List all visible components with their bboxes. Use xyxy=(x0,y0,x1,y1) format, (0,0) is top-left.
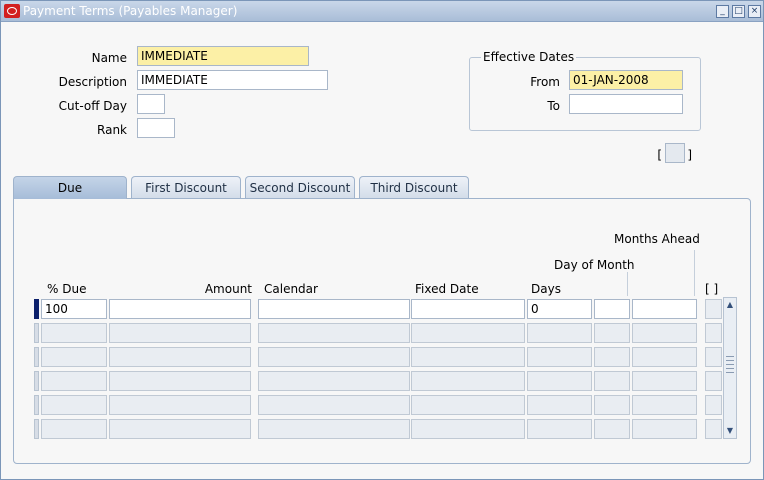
pct-due-cell[interactable] xyxy=(41,323,107,343)
from-label: From xyxy=(530,75,560,89)
day-of-month-cell[interactable] xyxy=(594,347,630,367)
scroll-grip-icon xyxy=(726,368,734,369)
amount-cell[interactable] xyxy=(109,419,251,439)
scroll-grip-icon xyxy=(726,360,734,361)
title-bar: Payment Terms (Payables Manager) _ □ × xyxy=(1,1,763,22)
header-separator xyxy=(694,250,695,296)
row-dff-cell[interactable] xyxy=(705,395,722,415)
dff-bracket-close: ] xyxy=(687,148,692,162)
close-button[interactable]: × xyxy=(748,5,761,18)
pct-due-cell[interactable] xyxy=(41,371,107,391)
calendar-header: Calendar xyxy=(264,282,318,296)
tab-second-discount[interactable]: Second Discount xyxy=(245,176,355,198)
days-cell[interactable]: 0 xyxy=(527,299,592,319)
days-cell[interactable] xyxy=(527,323,592,343)
name-field[interactable]: IMMEDIATE xyxy=(137,46,309,66)
rank-field[interactable] xyxy=(137,118,175,138)
amount-cell[interactable] xyxy=(109,347,251,367)
months-ahead-cell[interactable] xyxy=(632,395,697,415)
record-indicator[interactable] xyxy=(34,347,39,367)
day-of-month-cell[interactable] xyxy=(594,299,630,319)
fixed-date-header: Fixed Date xyxy=(415,282,479,296)
months-ahead-cell[interactable] xyxy=(632,419,697,439)
amount-cell[interactable] xyxy=(109,323,251,343)
record-indicator[interactable] xyxy=(34,419,39,439)
oracle-logo-icon xyxy=(4,4,20,18)
from-date-field[interactable]: 01-JAN-2008 xyxy=(569,70,683,90)
fixed-date-cell[interactable] xyxy=(411,299,525,319)
pct-due-cell[interactable] xyxy=(41,347,107,367)
to-date-field[interactable] xyxy=(569,94,683,114)
day-of-month-header: Day of Month xyxy=(554,258,635,272)
cutoff-day-field[interactable] xyxy=(137,94,165,114)
window-title: Payment Terms (Payables Manager) xyxy=(23,4,238,18)
calendar-cell[interactable] xyxy=(258,395,410,415)
maximize-button[interactable]: □ xyxy=(732,5,745,18)
dff-column-header: [ ] xyxy=(705,282,719,296)
fixed-date-cell[interactable] xyxy=(411,395,525,415)
amount-cell[interactable] xyxy=(109,371,251,391)
calendar-cell[interactable] xyxy=(258,323,410,343)
tab-first-discount[interactable]: First Discount xyxy=(131,176,241,198)
current-record-indicator[interactable] xyxy=(34,299,39,319)
record-indicator[interactable] xyxy=(34,371,39,391)
months-ahead-cell[interactable] xyxy=(632,371,697,391)
row-dff-cell[interactable] xyxy=(705,371,722,391)
vertical-scrollbar[interactable]: ▲ ▼ xyxy=(723,297,737,439)
rank-label: Rank xyxy=(97,123,127,137)
amount-cell[interactable] xyxy=(109,299,251,319)
days-cell[interactable] xyxy=(527,419,592,439)
amount-header: Amount xyxy=(204,282,252,296)
to-label: To xyxy=(547,99,560,113)
scroll-grip-icon xyxy=(726,364,734,365)
calendar-cell[interactable] xyxy=(258,347,410,367)
months-ahead-header: Months Ahead xyxy=(614,232,700,246)
effective-dates-title: Effective Dates xyxy=(481,50,577,64)
fixed-date-cell[interactable] xyxy=(411,371,525,391)
day-of-month-cell[interactable] xyxy=(594,419,630,439)
days-cell[interactable] xyxy=(527,371,592,391)
header-separator xyxy=(627,272,628,296)
name-label: Name xyxy=(91,51,127,65)
fixed-date-cell[interactable] xyxy=(411,323,525,343)
pct-due-cell[interactable]: 100 xyxy=(41,299,107,319)
pct-due-header: % Due xyxy=(47,282,87,296)
cutoff-day-label: Cut-off Day xyxy=(58,99,127,113)
pct-due-cell[interactable] xyxy=(41,419,107,439)
scroll-down-arrow-icon[interactable]: ▼ xyxy=(725,426,735,436)
fixed-date-cell[interactable] xyxy=(411,347,525,367)
record-indicator[interactable] xyxy=(34,323,39,343)
scroll-grip-icon xyxy=(726,372,734,373)
calendar-cell[interactable] xyxy=(258,299,410,319)
months-ahead-cell[interactable] xyxy=(632,347,697,367)
row-dff-cell[interactable] xyxy=(705,323,722,343)
months-ahead-cell[interactable] xyxy=(632,323,697,343)
day-of-month-cell[interactable] xyxy=(594,323,630,343)
day-of-month-cell[interactable] xyxy=(594,395,630,415)
days-cell[interactable] xyxy=(527,347,592,367)
description-field[interactable]: IMMEDIATE xyxy=(137,70,328,90)
tab-third-discount[interactable]: Third Discount xyxy=(359,176,469,198)
fixed-date-cell[interactable] xyxy=(411,419,525,439)
months-ahead-cell[interactable] xyxy=(632,299,697,319)
minimize-button[interactable]: _ xyxy=(716,5,729,18)
row-dff-cell[interactable] xyxy=(705,299,722,319)
descriptive-flexfield[interactable] xyxy=(665,143,685,163)
dff-bracket-open: [ xyxy=(657,148,662,162)
day-of-month-cell[interactable] xyxy=(594,371,630,391)
calendar-cell[interactable] xyxy=(258,419,410,439)
days-header: Days xyxy=(531,282,561,296)
pct-due-cell[interactable] xyxy=(41,395,107,415)
amount-cell[interactable] xyxy=(109,395,251,415)
tab-due[interactable]: Due xyxy=(13,176,127,199)
record-indicator[interactable] xyxy=(34,395,39,415)
days-cell[interactable] xyxy=(527,395,592,415)
description-label: Description xyxy=(58,75,127,89)
row-dff-cell[interactable] xyxy=(705,419,722,439)
scroll-grip-icon xyxy=(726,356,734,357)
calendar-cell[interactable] xyxy=(258,371,410,391)
row-dff-cell[interactable] xyxy=(705,347,722,367)
scroll-up-arrow-icon[interactable]: ▲ xyxy=(725,300,735,310)
